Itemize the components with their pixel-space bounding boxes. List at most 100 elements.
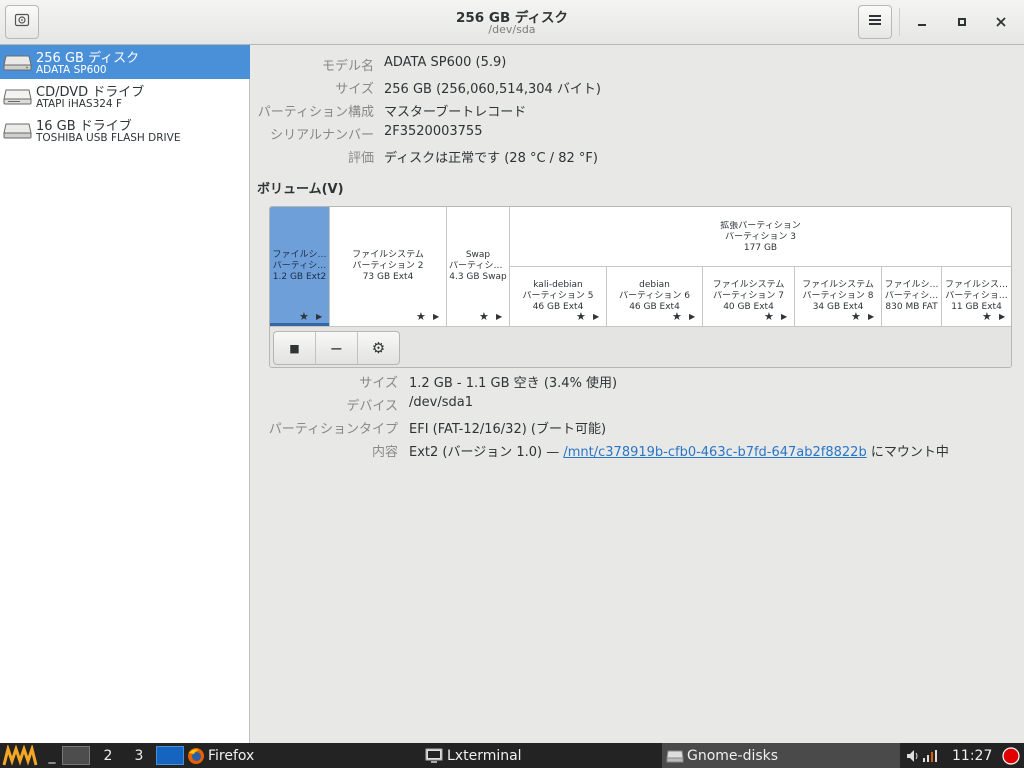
disk-details-panel: モデル名 ADATA SP600 (5.9) サイズ 256 GB (256,0…	[251, 45, 1024, 743]
hard-disk-icon	[3, 55, 32, 71]
desktop-3-button[interactable]: 3	[126, 743, 152, 768]
play-icon: ▶	[433, 312, 440, 321]
volume-sublabel: パーティション 7	[712, 291, 785, 301]
volume-sublabel: パーティショ…	[449, 261, 507, 271]
play-icon: ▶	[868, 312, 875, 321]
system-tray	[905, 743, 949, 768]
volume-actions-group: ■ − ⚙	[273, 331, 400, 365]
partition-settings-button[interactable]: ⚙	[358, 332, 399, 364]
drive-model: ADATA SP600	[36, 64, 107, 76]
close-icon	[996, 17, 1006, 27]
clock[interactable]: 11:27	[952, 743, 1000, 768]
contents-suffix: にマウント中	[866, 445, 949, 460]
volume-label: debian	[639, 280, 670, 290]
firefox-icon	[188, 747, 204, 764]
serial-value: 2F3520003755	[384, 124, 483, 139]
partition-size-value: 1.2 GB - 1.1 GB 空き (3.4% 使用)	[409, 376, 618, 391]
optical-drive-icon	[3, 89, 32, 105]
star-icon: ★	[576, 310, 586, 323]
device-value: /dev/sda1	[409, 395, 473, 410]
volume-partition-2[interactable]: ファイルシステム パーティション 2 73 GB Ext4 ★ ▶	[330, 207, 447, 326]
volume-label: ファイルシ…	[884, 280, 939, 290]
stop-icon: ■	[289, 341, 300, 355]
volume-size: 830 MB FAT	[885, 302, 938, 312]
volume-size: 40 GB Ext4	[723, 302, 774, 312]
size-value: 256 GB (256,060,514,304 バイト)	[384, 82, 601, 97]
volume-toolbar: ■ − ⚙	[270, 326, 1011, 367]
volume-sublabel: パーティション 3	[724, 232, 797, 242]
usb-drive-icon	[3, 123, 32, 139]
volume-icon[interactable]	[905, 748, 921, 764]
play-icon: ▶	[593, 312, 600, 321]
desktop-2-button[interactable]: 2	[94, 743, 122, 768]
desktop-1-button[interactable]	[62, 743, 92, 768]
volume-sublabel: パーティショ…	[945, 291, 1008, 301]
volume-size: 1.2 GB Ext2	[272, 272, 327, 282]
volume-extended-partition[interactable]: 拡張パーティション パーティション 3 177 GB	[510, 207, 1011, 267]
play-icon: ▶	[496, 312, 503, 321]
drive-item-256gb-disk[interactable]: 256 GB ディスク ADATA SP600	[0, 45, 250, 79]
partition-size-label: サイズ	[359, 376, 398, 391]
volume-partition-8[interactable]: ファイルシステム パーティション 8 34 GB Ext4 ★ ▶	[795, 267, 882, 326]
volume-sublabel: パーティション 5	[522, 291, 594, 301]
shutdown-button[interactable]	[1002, 743, 1022, 768]
volume-label: Swap	[465, 250, 491, 260]
volume-size: 46 GB Ext4	[532, 302, 584, 312]
star-icon: ★	[479, 310, 489, 323]
volume-partition-1[interactable]: ファイルシ… パーティシ… 1.2 GB Ext2 ★ ▶	[270, 207, 330, 326]
volume-size: 73 GB Ext4	[362, 272, 414, 282]
minimize-button[interactable]	[910, 10, 934, 34]
taskbar-lxterminal[interactable]: Lxterminal	[425, 743, 655, 768]
volume-sublabel: パーティション 2	[352, 261, 424, 271]
volume-partition-10[interactable]: ファイルシス… パーティショ… 11 GB Ext4 ★ ▶	[942, 267, 1011, 326]
volume-partition-6[interactable]: debian パーティション 6 46 GB Ext4 ★ ▶	[607, 267, 703, 326]
maximize-icon	[958, 18, 966, 26]
volume-size: 4.3 GB Swap	[449, 272, 507, 282]
volume-partition-9[interactable]: ファイルシ… パーティシ… 830 MB FAT	[882, 267, 942, 326]
mount-point-link[interactable]: /mnt/c378919b-cfb0-463c-b7fd-647ab2f8822…	[563, 445, 866, 460]
taskbar-firefox[interactable]: Firefox	[187, 743, 307, 768]
app-menu-button[interactable]	[858, 5, 892, 39]
partition-type-value: EFI (FAT-12/16/32) (ブート可能)	[409, 422, 607, 437]
hamburger-menu-icon	[868, 14, 882, 30]
close-button[interactable]	[989, 10, 1013, 34]
volume-label: ファイルシステム	[352, 250, 424, 260]
assessment-value: ディスクは正常です (28 °C / 82 °F)	[384, 151, 598, 166]
partitioning-value: マスターブートレコード	[384, 105, 527, 120]
contents-prefix: Ext2 (バージョン 1.0) —	[409, 445, 564, 460]
desktop-4-button[interactable]	[156, 743, 184, 768]
volume-partition-5[interactable]: kali-debian パーティション 5 46 GB Ext4 ★ ▶	[510, 267, 607, 326]
volume-size: 177 GB	[743, 243, 778, 253]
volume-map: ファイルシ… パーティシ… 1.2 GB Ext2 ★ ▶ ファイルシステム パ…	[269, 206, 1012, 368]
serial-label: シリアルナンバー	[270, 128, 374, 143]
star-icon: ★	[982, 310, 992, 323]
volume-swap[interactable]: Swap パーティショ… 4.3 GB Swap ★ ▶	[447, 207, 510, 326]
volume-label: ファイルシス…	[944, 280, 1008, 290]
minimize-all-button[interactable]: _	[46, 743, 58, 768]
volume-partition-7[interactable]: ファイルシステム パーティション 7 40 GB Ext4 ★ ▶	[703, 267, 795, 326]
play-icon: ▶	[781, 312, 788, 321]
volume-sublabel: パーティション 6	[618, 291, 691, 301]
play-icon: ▶	[316, 312, 323, 321]
star-icon: ★	[299, 310, 309, 323]
delete-partition-button[interactable]: −	[316, 332, 358, 364]
play-icon: ▶	[999, 312, 1006, 321]
drive-item-16gb-drive[interactable]: 16 GB ドライブ TOSHIBA USB FLASH DRIVE	[0, 113, 250, 147]
volume-label: ファイルシステム	[802, 280, 874, 290]
drive-item-cd-dvd[interactable]: CD/DVD ドライブ ATAPI iHAS324 F	[0, 79, 250, 113]
terminal-icon	[425, 748, 443, 763]
start-menu-button[interactable]	[2, 743, 42, 768]
drive-model: TOSHIBA USB FLASH DRIVE	[36, 132, 181, 144]
size-label: サイズ	[335, 82, 374, 97]
power-icon	[1002, 746, 1020, 765]
volume-size: 46 GB Ext4	[629, 302, 680, 312]
volume-size: 34 GB Ext4	[812, 302, 864, 312]
taskbar-gnome-disks[interactable]: Gnome-disks	[662, 743, 900, 768]
network-icon[interactable]	[921, 748, 943, 764]
assessment-label: 評価	[347, 151, 374, 166]
minimize-icon	[918, 24, 926, 26]
unmount-button[interactable]: ■	[274, 332, 316, 364]
volume-label: ファイルシステム	[712, 280, 785, 290]
star-icon: ★	[672, 310, 682, 323]
maximize-button[interactable]	[950, 10, 974, 34]
